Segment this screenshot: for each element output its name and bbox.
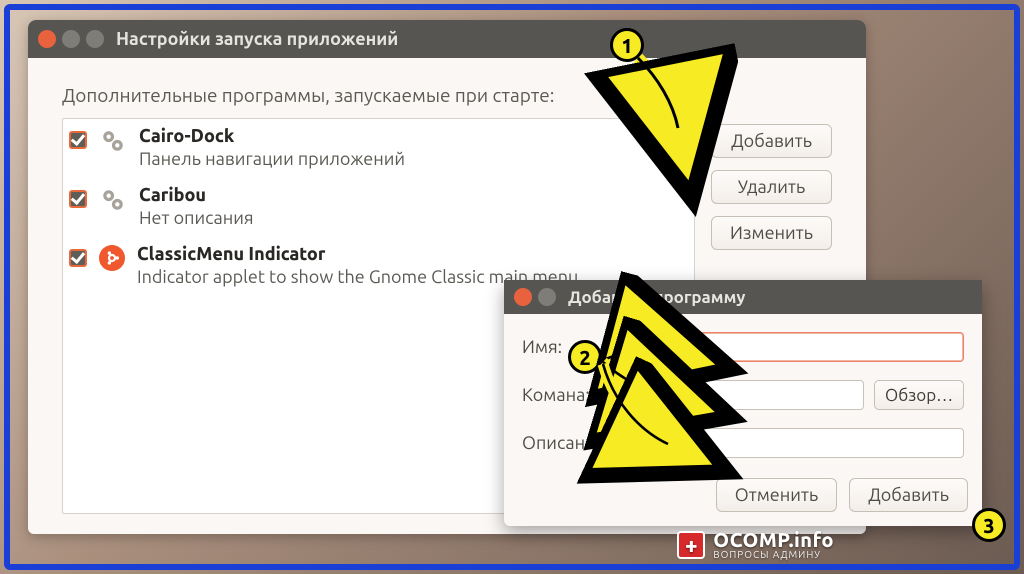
section-header: Дополнительные программы, запускаемые пр… <box>62 84 832 106</box>
dialog-title: Добавить программу <box>568 288 745 307</box>
window-maximize-icon[interactable] <box>538 288 556 306</box>
item-name: Caribou <box>139 184 254 207</box>
arrow-icon <box>578 330 708 484</box>
browse-button[interactable]: Обзор… <box>874 380 964 410</box>
add-button[interactable]: Добавить <box>711 124 832 158</box>
checkbox-icon[interactable] <box>69 249 87 267</box>
cancel-button[interactable]: Отменить <box>716 478 837 512</box>
dialog-add-button[interactable]: Добавить <box>849 478 968 512</box>
watermark: + OCOMP.info ВОПРОСЫ АДМИНУ <box>677 530 834 560</box>
window-maximize-icon[interactable] <box>86 30 104 48</box>
watermark-subtitle: ВОПРОСЫ АДМИНУ <box>713 550 834 560</box>
arrow-icon <box>618 48 708 152</box>
ubuntu-icon <box>99 245 125 271</box>
list-item[interactable]: Cairo-Dock Панель навигации приложений <box>63 119 694 178</box>
plus-icon: + <box>677 531 705 559</box>
list-item[interactable]: Caribou Нет описания <box>63 178 694 237</box>
remove-button[interactable]: Удалить <box>711 170 832 204</box>
window-minimize-icon[interactable] <box>62 30 80 48</box>
gears-icon <box>99 186 127 214</box>
item-desc: Нет описания <box>139 207 254 230</box>
item-desc: Панель навигации приложений <box>139 148 405 171</box>
titlebar[interactable]: Настройки запуска приложений <box>28 20 866 58</box>
window-close-icon[interactable] <box>514 288 532 306</box>
callout-badge-3: 3 <box>972 508 1006 542</box>
item-name: Cairo-Dock <box>139 125 405 148</box>
edit-button[interactable]: Изменить <box>711 216 832 250</box>
checkbox-icon[interactable] <box>69 131 87 149</box>
watermark-title: OCOMP.info <box>713 530 834 550</box>
dialog-titlebar[interactable]: Добавить программу <box>504 280 982 314</box>
window-close-icon[interactable] <box>38 30 56 48</box>
checkbox-icon[interactable] <box>69 190 87 208</box>
gears-icon <box>99 127 127 155</box>
item-name: ClassicMenu Indicator <box>137 243 578 266</box>
window-title: Настройки запуска приложений <box>116 29 398 49</box>
add-program-dialog: Добавить программу Имя: Комана: Обзор… О… <box>504 280 982 526</box>
